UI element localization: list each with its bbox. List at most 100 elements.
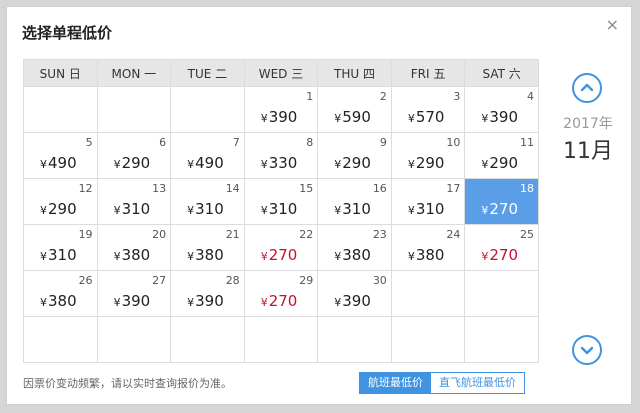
chevron-up-circle-icon[interactable] — [572, 73, 602, 103]
day-price: ¥390 — [187, 292, 224, 310]
calendar-day-cell[interactable]: 25 ¥270 — [464, 224, 539, 271]
day-price: ¥310 — [187, 200, 224, 218]
day-price: ¥290 — [481, 154, 518, 172]
weekday-header: THU 四 — [317, 59, 392, 87]
day-price: ¥270 — [481, 246, 518, 264]
weekday-header-row: SUN 日 MON 一 TUE 二 WED 三 THU 四 FRI 五 SAT … — [23, 59, 539, 87]
day-number: 25 — [520, 228, 534, 241]
day-number: 28 — [225, 274, 240, 287]
calendar-day-cell[interactable]: 1 ¥390 — [243, 86, 319, 133]
calendar-week-row: 1 ¥390 2 ¥590 3 ¥570 4 ¥390 — [23, 86, 539, 133]
calendar-day-cell[interactable]: 7 ¥490 — [170, 132, 245, 179]
day-price: ¥290 — [334, 154, 371, 172]
calendar-day-cell[interactable]: 13 ¥310 — [96, 178, 172, 225]
price-value: 310 — [195, 200, 224, 218]
price-value: 390 — [489, 108, 519, 126]
calendar-day-cell[interactable]: 20 ¥380 — [96, 224, 172, 271]
calendar-day-cell[interactable]: 16 ¥310 — [317, 178, 392, 225]
currency-symbol: ¥ — [260, 250, 268, 263]
calendar-day-cell[interactable]: 24 ¥380 — [390, 224, 466, 271]
calendar-day-cell[interactable]: 22 ¥270 — [243, 224, 319, 271]
day-number: 26 — [78, 274, 93, 287]
year-label: 2017年 — [563, 116, 613, 132]
close-icon[interactable]: × — [606, 15, 619, 34]
tab-lowest-fare[interactable]: 航班最低价 — [360, 373, 431, 393]
calendar-day-cell[interactable]: 17 ¥310 — [390, 178, 466, 225]
day-number: 1 — [306, 90, 314, 103]
empty-day-cell — [170, 316, 245, 363]
day-price: ¥380 — [334, 246, 371, 264]
day-price: ¥590 — [334, 108, 371, 126]
calendar-day-cell[interactable]: 4 ¥390 — [464, 86, 539, 133]
empty-day-cell — [243, 316, 319, 363]
price-value: 380 — [342, 246, 371, 264]
tab-direct-lowest-fare[interactable]: 直飞航班最低价 — [431, 373, 524, 393]
day-price: ¥330 — [261, 154, 298, 172]
calendar-day-cell[interactable]: 19 ¥310 — [23, 224, 98, 271]
currency-symbol: ¥ — [260, 158, 268, 171]
price-value: 270 — [489, 246, 519, 264]
empty-day-cell — [23, 86, 98, 133]
calendar-day-cell[interactable]: 12 ¥290 — [23, 178, 98, 225]
price-value: 570 — [415, 108, 445, 126]
calendar-day-cell[interactable]: 10 ¥290 — [390, 132, 466, 179]
calendar-day-cell[interactable]: 3 ¥570 — [390, 86, 466, 133]
calendar-day-cell[interactable]: 23 ¥380 — [317, 224, 392, 271]
calendar-week-row: 5 ¥490 6 ¥290 7 ¥490 8 ¥330 9 ¥290 10 ¥290 11 ¥290 — [23, 132, 539, 179]
calendar-day-cell[interactable]: 9 ¥290 — [317, 132, 392, 179]
day-price: ¥490 — [187, 154, 224, 172]
calendar-day-cell[interactable]: 27 ¥390 — [96, 270, 172, 317]
month-navigator: 2017年 11月 — [555, 59, 621, 365]
empty-day-cell — [96, 86, 172, 133]
day-price: ¥270 — [261, 246, 298, 264]
calendar-day-cell[interactable]: 18 ¥270 — [464, 178, 539, 225]
day-price: ¥380 — [40, 292, 77, 310]
calendar-day-cell[interactable]: 29 ¥270 — [243, 270, 319, 317]
day-number: 6 — [159, 136, 167, 149]
calendar-week-row: 19 ¥310 20 ¥380 21 ¥380 22 ¥270 23 ¥380 24 ¥380 25 ¥2… — [23, 224, 539, 271]
price-value: 310 — [48, 246, 77, 264]
calendar-day-cell[interactable]: 30 ¥390 — [317, 270, 392, 317]
day-number: 24 — [446, 228, 461, 241]
chevron-down-circle-icon[interactable] — [572, 335, 602, 365]
price-value: 390 — [268, 108, 298, 126]
day-number: 30 — [372, 274, 387, 287]
currency-symbol: ¥ — [187, 204, 195, 217]
weekday-header: TUE 二 — [170, 59, 245, 87]
currency-symbol: ¥ — [481, 158, 489, 171]
currency-symbol: ¥ — [40, 158, 47, 171]
currency-symbol: ¥ — [407, 204, 415, 217]
calendar-day-cell[interactable]: 5 ¥490 — [23, 132, 98, 179]
empty-day-cell — [390, 270, 466, 317]
calendar-day-cell[interactable]: 14 ¥310 — [170, 178, 245, 225]
calendar-day-cell[interactable]: 26 ¥380 — [23, 270, 98, 317]
calendar-day-cell[interactable]: 2 ¥590 — [317, 86, 392, 133]
weekday-header: MON 一 — [96, 59, 172, 87]
day-number: 21 — [225, 228, 240, 241]
day-number: 14 — [225, 182, 240, 195]
calendar-day-cell[interactable]: 15 ¥310 — [243, 178, 319, 225]
weekday-header: WED 三 — [243, 59, 319, 87]
empty-day-cell — [390, 316, 466, 363]
price-value: 290 — [415, 154, 445, 172]
calendar-day-cell[interactable]: 11 ¥290 — [464, 132, 539, 179]
day-price: ¥310 — [334, 200, 371, 218]
day-number: 11 — [520, 136, 534, 149]
calendar-day-cell[interactable]: 8 ¥330 — [243, 132, 319, 179]
day-price: ¥310 — [40, 246, 77, 264]
day-number: 16 — [372, 182, 387, 195]
day-number: 5 — [85, 136, 93, 149]
calendar-day-cell[interactable]: 6 ¥290 — [96, 132, 172, 179]
day-number: 15 — [299, 182, 314, 195]
day-price: ¥390 — [114, 292, 151, 310]
calendar-day-cell[interactable]: 21 ¥380 — [170, 224, 245, 271]
empty-day-cell — [96, 316, 172, 363]
price-value: 490 — [195, 154, 224, 172]
currency-symbol: ¥ — [334, 112, 342, 125]
weekday-header: FRI 五 — [390, 59, 466, 87]
calendar-day-cell[interactable]: 28 ¥390 — [170, 270, 245, 317]
fare-type-tabs: 航班最低价 直飞航班最低价 — [359, 372, 525, 394]
price-value: 390 — [342, 292, 371, 310]
price-value: 330 — [268, 154, 298, 172]
price-value: 380 — [48, 292, 77, 310]
